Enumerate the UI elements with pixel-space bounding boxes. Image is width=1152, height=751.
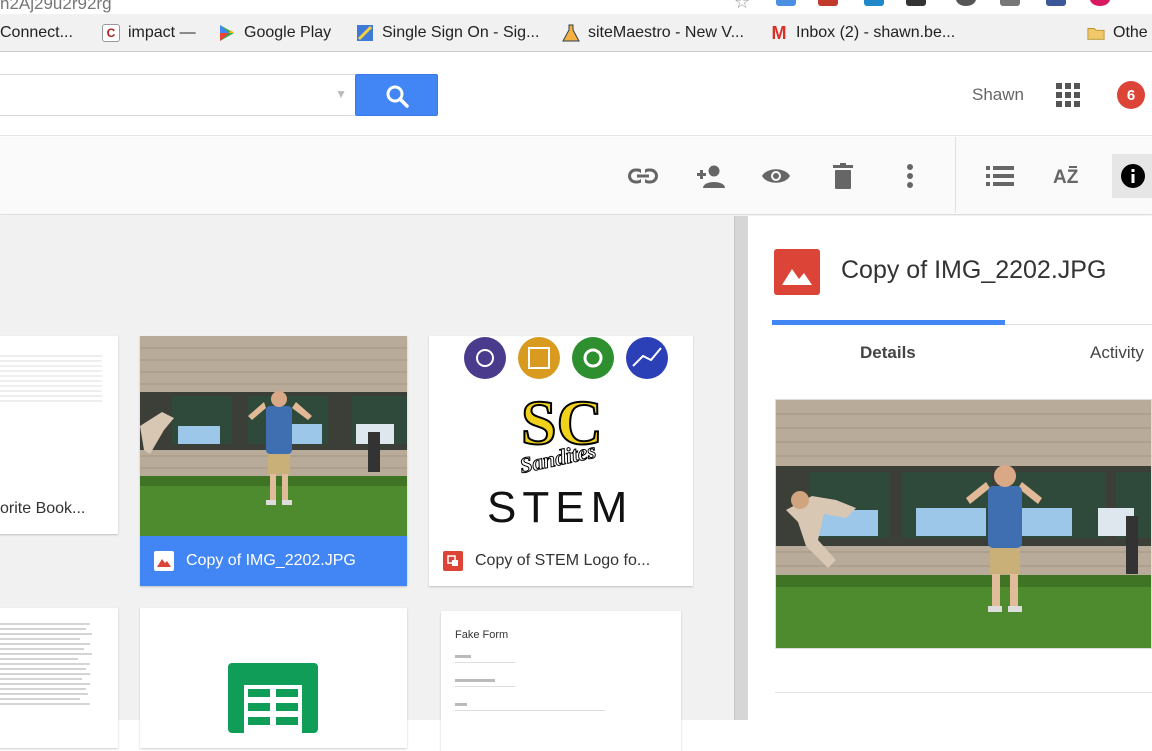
drive-header: ▼ Shawn 6 — [0, 52, 1152, 136]
more-options-icon[interactable] — [893, 159, 927, 193]
file-grid: orite Book... Copy of IMG_2202.JPG SC Sa… — [0, 216, 734, 751]
browser-url-bar[interactable]: n2Aj29u2r92rg ☆ — [0, 0, 1152, 14]
image-preview[interactable] — [775, 399, 1152, 649]
gmail-icon: M — [771, 22, 787, 43]
bookmark-label: siteMaestro - New V... — [588, 24, 744, 41]
bookmark-star-icon[interactable]: ☆ — [734, 0, 750, 13]
url-text: n2Aj29u2r92rg — [0, 0, 112, 13]
bookmark-connect[interactable]: Connect... — [0, 14, 73, 52]
file-thumbnail — [0, 623, 92, 705]
bookmark-sitemaestro[interactable]: siteMaestro - New V... — [562, 14, 744, 52]
file-card[interactable] — [140, 608, 407, 748]
bookmark-label: Othe — [1113, 24, 1148, 41]
search-icon — [386, 85, 409, 108]
file-thumbnail — [0, 355, 102, 402]
info-icon — [1121, 164, 1145, 188]
search-input[interactable]: ▼ — [0, 74, 355, 116]
file-caption: Copy of STEM Logo fo... — [429, 536, 693, 586]
photo-preview — [776, 400, 1151, 648]
file-caption: orite Book... — [0, 484, 118, 534]
profile-extension-icon[interactable] — [1090, 0, 1110, 6]
form-preview-title: Fake Form — [455, 629, 509, 641]
file-card[interactable] — [0, 608, 118, 748]
file-caption: Copy of IMG_2202.JPG — [140, 536, 407, 586]
sheets-file-icon — [228, 663, 318, 733]
bookmarks-bar: Connect... C impact — Google Play Single… — [0, 14, 1152, 52]
file-card[interactable]: orite Book... — [0, 336, 118, 534]
bookmark-label: impact — — [128, 24, 196, 41]
folder-icon — [1087, 24, 1105, 42]
file-card[interactable]: SC Sandites STEM Copy of STEM Logo fo... — [429, 336, 693, 586]
qr-extension-icon[interactable] — [906, 0, 926, 6]
sort-az-icon[interactable]: AZ — [1050, 159, 1084, 193]
extension-icon[interactable] — [776, 0, 796, 6]
details-toggle-button[interactable] — [1112, 154, 1152, 198]
link-icon[interactable] — [626, 159, 660, 193]
details-title: Copy of IMG_2202.JPG — [841, 256, 1107, 284]
image-file-icon — [154, 551, 174, 571]
file-card-selected[interactable]: Copy of IMG_2202.JPG — [140, 336, 407, 586]
search-button[interactable] — [355, 74, 438, 116]
bookmark-single-sign-on[interactable]: Single Sign On - Sig... — [356, 14, 539, 52]
sso-icon — [356, 24, 374, 42]
drawing-file-icon — [443, 551, 463, 571]
image-file-icon — [774, 249, 820, 295]
form-thumbnail — [455, 655, 605, 711]
trash-icon[interactable] — [826, 159, 860, 193]
bookmark-impact[interactable]: C impact — — [102, 14, 196, 52]
extension-icon[interactable] — [864, 0, 884, 6]
file-card[interactable]: Fake Form — [441, 611, 681, 751]
toolbar-divider — [955, 137, 956, 213]
tab-activity[interactable]: Activity — [1090, 343, 1144, 363]
panel-splitter[interactable] — [734, 216, 748, 720]
notification-badge[interactable]: 6 — [1117, 81, 1145, 109]
logo-thumbnail: SC Sandites STEM — [464, 337, 668, 532]
extension-icon[interactable] — [818, 0, 838, 6]
file-name: orite Book... — [0, 500, 86, 517]
c-logo-icon: C — [102, 24, 120, 42]
bookmark-google-play[interactable]: Google Play — [218, 14, 331, 52]
active-tab-indicator — [772, 320, 1005, 325]
tab-details[interactable]: Details — [860, 343, 916, 363]
panel-divider — [775, 692, 1152, 693]
file-name: Copy of IMG_2202.JPG — [186, 552, 356, 569]
bookmark-other[interactable]: Othe — [1087, 14, 1148, 52]
list-view-icon[interactable] — [983, 159, 1017, 193]
action-toolbar: AZ — [0, 137, 1152, 215]
logo-stem-text: STEM — [487, 483, 633, 532]
flask-icon — [562, 24, 580, 42]
file-name: Copy of STEM Logo fo... — [475, 552, 651, 569]
user-name[interactable]: Shawn — [972, 85, 1024, 105]
bookmark-inbox[interactable]: M Inbox (2) - shawn.be... — [770, 14, 956, 52]
google-play-icon — [218, 24, 236, 42]
search-options-icon[interactable]: ▼ — [335, 87, 347, 101]
share-icon[interactable] — [693, 159, 727, 193]
bookmark-label: Connect... — [0, 24, 73, 41]
apps-grid-icon[interactable] — [1055, 82, 1081, 108]
photo-thumbnail — [140, 336, 407, 536]
extension-icon[interactable] — [956, 0, 976, 6]
extension-icon[interactable] — [1046, 0, 1066, 6]
bookmark-label: Google Play — [244, 24, 332, 41]
svg-text:AZ: AZ — [1053, 167, 1079, 188]
extension-icon[interactable] — [1000, 0, 1020, 6]
bookmark-label: Inbox (2) - shawn.be... — [796, 24, 956, 41]
preview-icon[interactable] — [759, 159, 793, 193]
bookmark-label: Single Sign On - Sig... — [382, 24, 540, 41]
details-panel: Copy of IMG_2202.JPG Details Activity — [748, 216, 1152, 720]
